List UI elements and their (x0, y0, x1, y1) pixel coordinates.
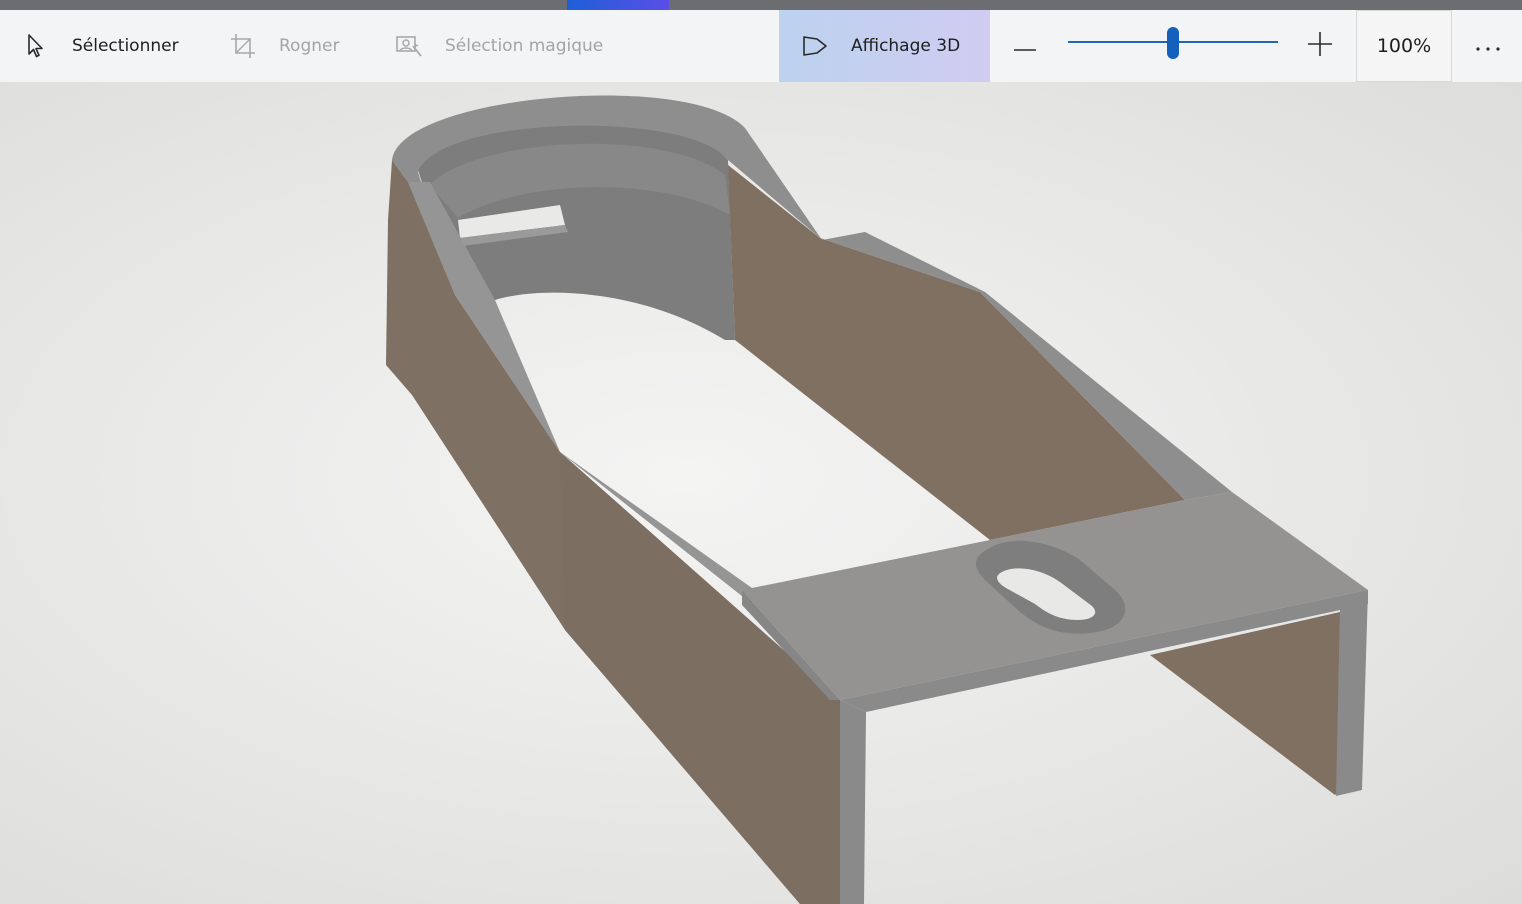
3d-model-view[interactable] (0, 82, 1522, 904)
crop-tool-button[interactable]: Rogner (229, 10, 339, 82)
3d-view-button[interactable]: Affichage 3D (779, 10, 990, 82)
minus-icon (1013, 37, 1037, 56)
zoom-out-button[interactable] (1008, 10, 1042, 82)
3d-view-label: Affichage 3D (851, 36, 961, 56)
zoom-in-button[interactable] (1300, 10, 1340, 82)
model-left-side-highlight (560, 452, 840, 904)
magic-select-icon (395, 32, 423, 60)
crop-icon (229, 32, 257, 60)
select-tool-button[interactable]: Sélectionner (22, 10, 179, 82)
toolbar: Sélectionner Rogner Sélection magique Af… (0, 10, 1522, 83)
model-right-inner-face (728, 165, 1185, 540)
crop-tool-label: Rogner (279, 36, 340, 56)
model-left-leg-front (840, 700, 866, 904)
zoom-slider-thumb[interactable] (1167, 27, 1179, 59)
title-bar-strip (0, 0, 1522, 10)
cursor-arrow-icon (22, 32, 50, 60)
select-tool-label: Sélectionner (72, 36, 179, 56)
active-tab-indicator (567, 0, 669, 10)
zoom-percentage[interactable]: 100% (1356, 10, 1452, 82)
magic-select-tool-label: Sélection magique (445, 36, 604, 56)
3d-canvas[interactable] (0, 82, 1522, 904)
model-right-leg-front (1336, 590, 1368, 796)
magic-select-tool-button[interactable]: Sélection magique (395, 10, 603, 82)
plus-icon (1307, 31, 1333, 61)
3d-view-icon (801, 32, 829, 60)
more-options-button[interactable] (1462, 10, 1514, 82)
ellipsis-icon (1475, 37, 1501, 56)
